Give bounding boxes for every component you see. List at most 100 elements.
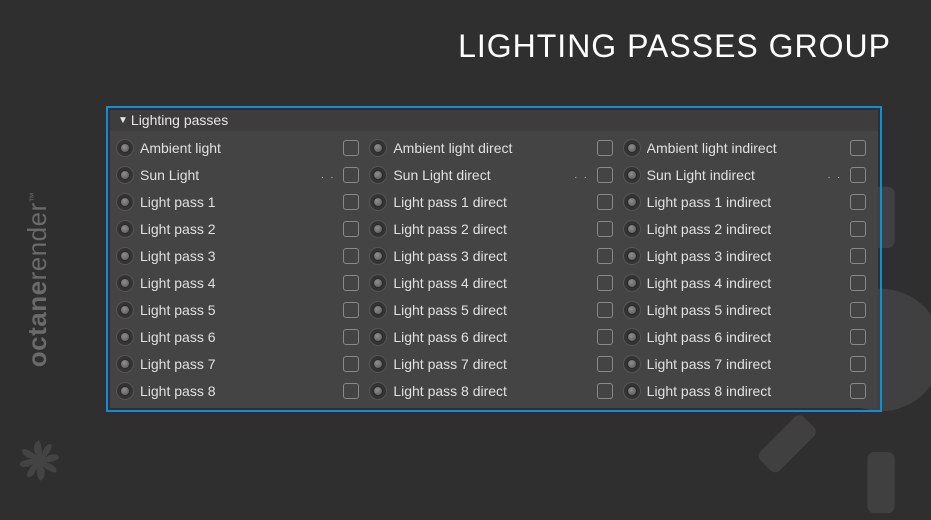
radio-button[interactable] [623, 166, 641, 184]
pass-row: Light pass 5 indirect [623, 301, 872, 319]
checkbox[interactable] [343, 167, 359, 183]
checkbox[interactable] [343, 329, 359, 345]
radio-button[interactable] [623, 382, 641, 400]
pass-label: Light pass 8 direct [393, 383, 590, 399]
checkbox[interactable] [343, 140, 359, 156]
pass-label: Light pass 4 direct [393, 275, 590, 291]
checkbox[interactable] [850, 383, 866, 399]
radio-button[interactable] [623, 274, 641, 292]
pass-row: Light pass 1 indirect [623, 193, 872, 211]
pass-label: Sun Light [140, 167, 313, 183]
checkbox[interactable] [597, 356, 613, 372]
checkbox[interactable] [597, 275, 613, 291]
checkbox[interactable] [597, 248, 613, 264]
lighting-passes-panel: ▼ Lighting passes Ambient lightAmbient l… [106, 106, 882, 412]
checkbox[interactable] [850, 167, 866, 183]
radio-button[interactable] [369, 382, 387, 400]
radio-button[interactable] [369, 139, 387, 157]
brand-name: octanerender™ [23, 192, 54, 367]
pass-row: Light pass 2 direct [369, 220, 618, 238]
checkbox[interactable] [597, 140, 613, 156]
radio-button[interactable] [369, 301, 387, 319]
pass-row: Light pass 8 direct [369, 382, 618, 400]
radio-button[interactable] [369, 274, 387, 292]
pass-label: Light pass 1 [140, 194, 337, 210]
radio-button[interactable] [369, 220, 387, 238]
checkbox[interactable] [597, 167, 613, 183]
section-title: Lighting passes [131, 112, 228, 128]
radio-button[interactable] [116, 328, 134, 346]
pass-row: Light pass 8 [116, 382, 365, 400]
radio-button[interactable] [116, 247, 134, 265]
radio-button[interactable] [369, 193, 387, 211]
checkbox[interactable] [597, 302, 613, 318]
pass-label: Light pass 4 indirect [647, 275, 844, 291]
pass-row: Light pass 3 [116, 247, 365, 265]
radio-button[interactable] [116, 274, 134, 292]
radio-button[interactable] [369, 247, 387, 265]
radio-button[interactable] [623, 301, 641, 319]
checkbox[interactable] [597, 221, 613, 237]
pass-row: Light pass 2 [116, 220, 365, 238]
radio-button[interactable] [116, 139, 134, 157]
pass-label: Light pass 4 [140, 275, 337, 291]
checkbox[interactable] [343, 275, 359, 291]
pass-label: Sun Light direct [393, 167, 566, 183]
radio-button[interactable] [369, 355, 387, 373]
page-title: LIGHTING PASSES GROUP [458, 28, 891, 65]
radio-button[interactable] [623, 328, 641, 346]
checkbox[interactable] [343, 356, 359, 372]
radio-button[interactable] [623, 247, 641, 265]
pass-label: Light pass 3 [140, 248, 337, 264]
checkbox[interactable] [597, 383, 613, 399]
radio-button[interactable] [623, 355, 641, 373]
pass-label: Ambient light indirect [647, 140, 844, 156]
radio-button[interactable] [623, 139, 641, 157]
pass-label: Light pass 7 direct [393, 356, 590, 372]
checkbox[interactable] [850, 140, 866, 156]
pass-label: Light pass 8 [140, 383, 337, 399]
checkbox[interactable] [343, 383, 359, 399]
pass-row: Light pass 7 direct [369, 355, 618, 373]
checkbox[interactable] [850, 356, 866, 372]
pass-row: Light pass 7 [116, 355, 365, 373]
pass-row: Light pass 1 direct [369, 193, 618, 211]
radio-button[interactable] [116, 193, 134, 211]
checkbox[interactable] [850, 194, 866, 210]
pass-row: Light pass 4 [116, 274, 365, 292]
checkbox[interactable] [343, 194, 359, 210]
ellipsis-icon: . . [574, 170, 588, 181]
radio-button[interactable] [369, 328, 387, 346]
pass-row: Ambient light indirect [623, 139, 872, 157]
radio-button[interactable] [623, 193, 641, 211]
checkbox[interactable] [850, 302, 866, 318]
pass-row: Light pass 2 indirect [623, 220, 872, 238]
checkbox[interactable] [343, 221, 359, 237]
pass-row: Sun Light indirect. . [623, 166, 872, 184]
checkbox[interactable] [850, 221, 866, 237]
checkbox[interactable] [597, 329, 613, 345]
radio-button[interactable] [116, 355, 134, 373]
pass-label: Light pass 1 indirect [647, 194, 844, 210]
checkbox[interactable] [343, 302, 359, 318]
pass-row: Sun Light direct . . [369, 166, 618, 184]
radio-button[interactable] [116, 301, 134, 319]
pass-label: Light pass 2 [140, 221, 337, 237]
checkbox[interactable] [597, 194, 613, 210]
radio-button[interactable] [623, 220, 641, 238]
pass-label: Light pass 5 indirect [647, 302, 844, 318]
checkbox[interactable] [343, 248, 359, 264]
pass-label: Light pass 3 direct [393, 248, 590, 264]
brand-logo-icon [12, 435, 64, 487]
section-header-lighting-passes[interactable]: ▼ Lighting passes [110, 110, 878, 131]
pass-row: Light pass 8 indirect [623, 382, 872, 400]
checkbox[interactable] [850, 275, 866, 291]
radio-button[interactable] [116, 220, 134, 238]
checkbox[interactable] [850, 248, 866, 264]
radio-button[interactable] [116, 382, 134, 400]
pass-label: Light pass 8 indirect [647, 383, 844, 399]
checkbox[interactable] [850, 329, 866, 345]
radio-button[interactable] [116, 166, 134, 184]
pass-row: Light pass 5 direct [369, 301, 618, 319]
radio-button[interactable] [369, 166, 387, 184]
